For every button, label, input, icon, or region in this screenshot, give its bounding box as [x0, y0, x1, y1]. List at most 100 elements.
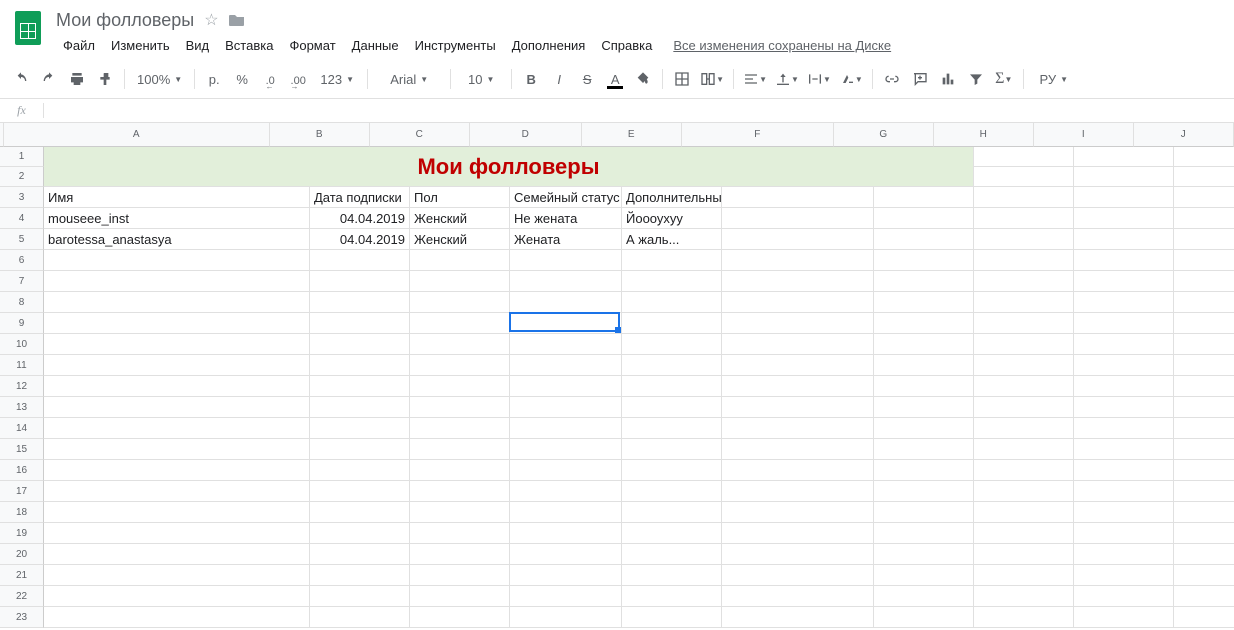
cell-F7[interactable]: [722, 271, 874, 292]
filter-button[interactable]: [963, 66, 989, 92]
cell-J15[interactable]: [1174, 439, 1234, 460]
cell-E15[interactable]: [622, 439, 722, 460]
cell-B20[interactable]: [310, 544, 410, 565]
cell-F16[interactable]: [722, 460, 874, 481]
cell-E5[interactable]: А жаль...: [622, 229, 722, 250]
cell-C3[interactable]: Пол: [410, 187, 510, 208]
col-header-H[interactable]: H: [934, 123, 1034, 147]
cell-D18[interactable]: [510, 502, 622, 523]
cell-D8[interactable]: [510, 292, 622, 313]
menu-справка[interactable]: Справка: [594, 34, 659, 57]
cell-A14[interactable]: [44, 418, 310, 439]
row-header-5[interactable]: 5: [0, 229, 44, 250]
cell-D5[interactable]: Жената: [510, 229, 622, 250]
cell-C23[interactable]: [410, 607, 510, 628]
cell-H2[interactable]: [974, 167, 1074, 187]
cell-I2[interactable]: [1074, 167, 1174, 187]
cell-I20[interactable]: [1074, 544, 1174, 565]
row-header-6[interactable]: 6: [0, 250, 44, 271]
row-header-18[interactable]: 18: [0, 502, 44, 523]
cell-B7[interactable]: [310, 271, 410, 292]
cell-E11[interactable]: [622, 355, 722, 376]
vertical-align-button[interactable]: ▼: [772, 66, 802, 92]
cell-A20[interactable]: [44, 544, 310, 565]
cell-J9[interactable]: [1174, 313, 1234, 334]
cell-F8[interactable]: [722, 292, 874, 313]
cell-C7[interactable]: [410, 271, 510, 292]
cell-J22[interactable]: [1174, 586, 1234, 607]
cell-I12[interactable]: [1074, 376, 1174, 397]
strikethrough-button[interactable]: S: [574, 66, 600, 92]
cell-G7[interactable]: [874, 271, 974, 292]
cell-D20[interactable]: [510, 544, 622, 565]
cell-E19[interactable]: [622, 523, 722, 544]
cell-A3[interactable]: Имя: [44, 187, 310, 208]
cell-H3[interactable]: [974, 187, 1074, 208]
row-header-7[interactable]: 7: [0, 271, 44, 292]
cell-B22[interactable]: [310, 586, 410, 607]
cell-G23[interactable]: [874, 607, 974, 628]
insert-link-button[interactable]: [879, 66, 905, 92]
cell-E14[interactable]: [622, 418, 722, 439]
text-color-button[interactable]: A: [602, 66, 628, 92]
cell-E13[interactable]: [622, 397, 722, 418]
cell-I11[interactable]: [1074, 355, 1174, 376]
cell-C16[interactable]: [410, 460, 510, 481]
cell-G14[interactable]: [874, 418, 974, 439]
row-header-21[interactable]: 21: [0, 565, 44, 586]
cell-E17[interactable]: [622, 481, 722, 502]
cell-G18[interactable]: [874, 502, 974, 523]
folder-icon[interactable]: [229, 13, 245, 27]
cell-H11[interactable]: [974, 355, 1074, 376]
cell-D7[interactable]: [510, 271, 622, 292]
cell-H5[interactable]: [974, 229, 1074, 250]
cell-A6[interactable]: [44, 250, 310, 271]
menu-данные[interactable]: Данные: [345, 34, 406, 57]
cell-F20[interactable]: [722, 544, 874, 565]
cell-H9[interactable]: [974, 313, 1074, 334]
cell-E10[interactable]: [622, 334, 722, 355]
cell-I4[interactable]: [1074, 208, 1174, 229]
cell-C10[interactable]: [410, 334, 510, 355]
cell-D3[interactable]: Семейный статус: [510, 187, 622, 208]
row-header-9[interactable]: 9: [0, 313, 44, 334]
cell-H16[interactable]: [974, 460, 1074, 481]
cell-J6[interactable]: [1174, 250, 1234, 271]
cell-J20[interactable]: [1174, 544, 1234, 565]
cell-I21[interactable]: [1074, 565, 1174, 586]
cell-E22[interactable]: [622, 586, 722, 607]
cell-A23[interactable]: [44, 607, 310, 628]
cell-F21[interactable]: [722, 565, 874, 586]
cell-C8[interactable]: [410, 292, 510, 313]
cell-H21[interactable]: [974, 565, 1074, 586]
cell-I1[interactable]: [1074, 147, 1174, 167]
cell-J10[interactable]: [1174, 334, 1234, 355]
cell-J16[interactable]: [1174, 460, 1234, 481]
cell-J21[interactable]: [1174, 565, 1234, 586]
cell-E7[interactable]: [622, 271, 722, 292]
cell-B23[interactable]: [310, 607, 410, 628]
cell-F17[interactable]: [722, 481, 874, 502]
cell-C20[interactable]: [410, 544, 510, 565]
cell-G13[interactable]: [874, 397, 974, 418]
row-header-16[interactable]: 16: [0, 460, 44, 481]
formula-input[interactable]: [44, 103, 1234, 118]
star-icon[interactable]: ☆: [204, 10, 218, 30]
menu-вид[interactable]: Вид: [179, 34, 217, 57]
cell-E4[interactable]: Йоооухуу: [622, 208, 722, 229]
italic-button[interactable]: I: [546, 66, 572, 92]
input-tools-button[interactable]: РУ▼: [1030, 66, 1078, 92]
cell-D12[interactable]: [510, 376, 622, 397]
font-size-select[interactable]: 10▼: [457, 66, 505, 92]
cell-D10[interactable]: [510, 334, 622, 355]
text-wrap-button[interactable]: ▼: [804, 66, 834, 92]
row-header-20[interactable]: 20: [0, 544, 44, 565]
cell-F19[interactable]: [722, 523, 874, 544]
sheets-logo[interactable]: [8, 8, 48, 48]
cell-D16[interactable]: [510, 460, 622, 481]
cell-F12[interactable]: [722, 376, 874, 397]
col-header-D[interactable]: D: [470, 123, 582, 147]
cell-B3[interactable]: Дата подписки: [310, 187, 410, 208]
cell-I10[interactable]: [1074, 334, 1174, 355]
cell-D22[interactable]: [510, 586, 622, 607]
